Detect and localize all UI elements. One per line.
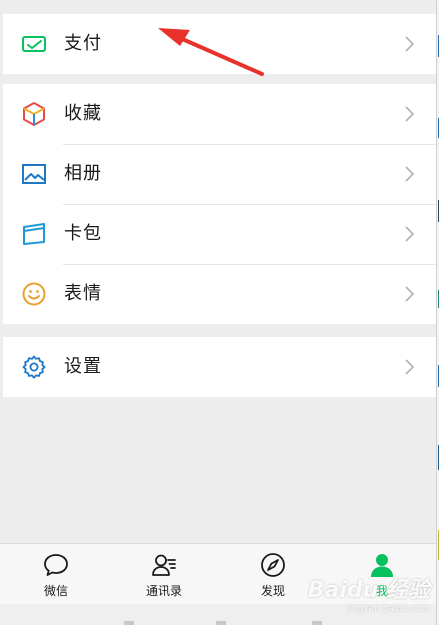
card-icon	[23, 223, 45, 245]
menu-item-label: 收藏	[64, 103, 102, 124]
photo-icon	[22, 164, 46, 184]
top-gap	[0, 0, 436, 14]
tab-label: 发现	[260, 584, 285, 598]
tab-label: 微信	[43, 584, 68, 598]
menu-item-album[interactable]: 相册	[3, 144, 436, 204]
compass-icon	[261, 553, 285, 577]
tab-chats[interactable]: 微信	[16, 544, 96, 604]
chevron-right-icon	[405, 166, 414, 182]
chevron-right-icon	[405, 106, 414, 122]
watermark-sub: jingyan.baidu.com	[346, 604, 430, 614]
chat-bubble-icon	[44, 554, 68, 576]
menu-item-stickers[interactable]: 表情	[3, 264, 436, 324]
menu-item-favorites[interactable]: 收藏	[3, 84, 436, 144]
chevron-right-icon	[405, 36, 414, 52]
tab-discover[interactable]: 发现	[233, 544, 313, 604]
smiley-icon	[22, 282, 46, 306]
watermark-main: Baidu 经验	[307, 578, 430, 603]
tab-contacts[interactable]: 通讯录	[124, 544, 204, 604]
menu-group-main: 收藏 相册 卡包 表情	[3, 84, 436, 324]
menu-group-settings: 设置	[3, 337, 436, 397]
menu-item-label: 卡包	[64, 223, 102, 244]
menu-item-label: 表情	[64, 283, 102, 304]
contacts-icon	[152, 554, 176, 576]
wallet-icon	[22, 36, 46, 52]
menu-item-settings[interactable]: 设置	[3, 337, 436, 397]
chevron-right-icon	[405, 286, 414, 302]
tab-label: 通讯录	[145, 584, 182, 598]
menu-item-label: 支付	[64, 33, 102, 54]
gear-icon	[22, 355, 46, 379]
menu-item-label: 设置	[64, 356, 102, 377]
baidu-watermark: Baidu 经验 jingyan.baidu.com	[308, 572, 430, 614]
chevron-right-icon	[405, 226, 414, 242]
annotation-arrow-icon	[158, 28, 264, 76]
menu-item-cards[interactable]: 卡包	[3, 204, 436, 264]
me-page: 支付 收藏 相册 卡包 表情 设置 微信 通讯录 发现 我 Baidu 经验 j…	[0, 0, 436, 625]
chevron-right-icon	[405, 359, 414, 375]
cube-icon	[23, 102, 45, 126]
menu-item-label: 相册	[64, 163, 102, 184]
